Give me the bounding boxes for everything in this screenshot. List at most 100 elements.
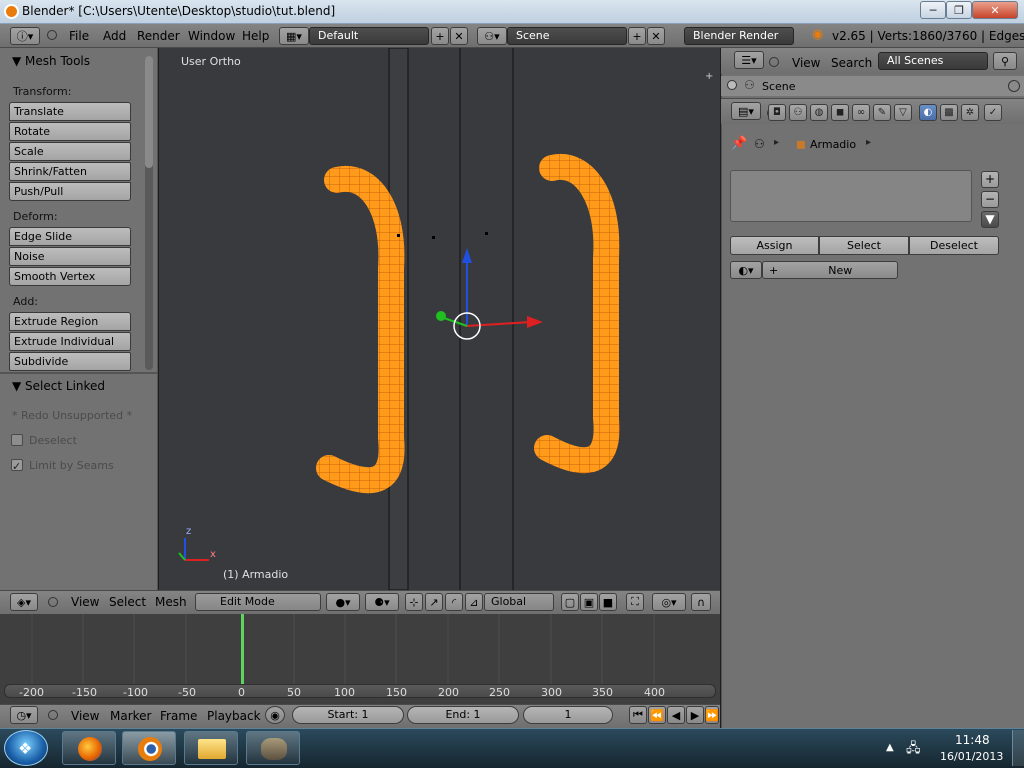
taskbar-clock-date[interactable]: 16/01/2013 bbox=[940, 750, 1003, 763]
edge-slide-button[interactable]: Edge Slide bbox=[9, 227, 131, 246]
translate-button[interactable]: Translate bbox=[9, 102, 131, 121]
show-desktop-button[interactable] bbox=[1012, 730, 1024, 766]
editor-type-outliner-button[interactable]: ☰▾ bbox=[734, 51, 764, 69]
taskbar-gimp[interactable] bbox=[246, 731, 300, 765]
translate-manipulator-toggle[interactable]: ↗ bbox=[425, 593, 443, 611]
close-button[interactable]: ✕ bbox=[972, 1, 1018, 19]
noise-button[interactable]: Noise bbox=[9, 247, 131, 266]
assign-button[interactable]: Assign bbox=[730, 236, 819, 255]
extrude-individual-button[interactable]: Extrude Individual bbox=[9, 332, 131, 351]
particles-tab[interactable]: ✲ bbox=[961, 104, 979, 121]
manipulator-toggle[interactable]: ⊹ bbox=[405, 593, 423, 611]
viewport-menu-select[interactable]: Select bbox=[109, 595, 146, 609]
mesh-tools-header[interactable]: ▼ Mesh Tools bbox=[12, 54, 90, 68]
slot-specials-button[interactable]: ▼ bbox=[981, 211, 999, 228]
face-select-mode-button[interactable]: ■ bbox=[599, 593, 617, 611]
right-handle-mesh[interactable] bbox=[534, 154, 620, 474]
play-button[interactable]: ▶ bbox=[686, 706, 704, 724]
snap-toggle[interactable]: ∩ bbox=[691, 593, 711, 611]
add-layout-button[interactable]: + bbox=[431, 27, 449, 45]
tool-shelf-scroll-thumb[interactable] bbox=[145, 56, 153, 168]
start-frame-field[interactable]: Start: 1 bbox=[292, 706, 404, 724]
show-hidden-icons-icon[interactable]: ▲ bbox=[886, 742, 894, 753]
outliner-search-button[interactable]: ⚲ bbox=[993, 52, 1017, 70]
outliner-menu-search[interactable]: Search bbox=[831, 56, 872, 70]
rotate-button[interactable]: Rotate bbox=[9, 122, 131, 141]
deselect-checkbox[interactable] bbox=[11, 434, 23, 446]
shading-select[interactable]: ●▾ bbox=[326, 593, 360, 611]
timeline-menu-playback[interactable]: Playback bbox=[207, 709, 261, 723]
remove-layout-button[interactable]: ✕ bbox=[450, 27, 468, 45]
limit-to-visible-toggle[interactable]: ⛶ bbox=[626, 593, 644, 611]
scale-manipulator-toggle[interactable]: ⊿ bbox=[465, 593, 483, 611]
collapse-menu-icon[interactable] bbox=[769, 57, 779, 67]
menu-render[interactable]: Render bbox=[137, 29, 180, 43]
jump-keyframe-forward-button[interactable]: ⏩ bbox=[705, 706, 719, 724]
left-handle-mesh[interactable] bbox=[316, 165, 405, 494]
scene-tab[interactable]: ⚇ bbox=[789, 104, 807, 121]
timeline-menu-marker[interactable]: Marker bbox=[110, 709, 151, 723]
minimize-button[interactable]: ─ bbox=[920, 1, 946, 19]
current-frame-field[interactable]: 1 bbox=[523, 706, 613, 724]
constraints-tab[interactable]: ∞ bbox=[852, 104, 870, 121]
collapse-menu-icon[interactable] bbox=[47, 30, 57, 40]
select-button[interactable]: Select bbox=[819, 236, 909, 255]
remove-slot-button[interactable]: − bbox=[981, 191, 999, 208]
pin-icon[interactable]: 📌 bbox=[731, 136, 747, 151]
toggle-properties-icon[interactable]: + bbox=[705, 71, 713, 82]
layout-field[interactable]: Default bbox=[309, 27, 429, 45]
menu-file[interactable]: File bbox=[69, 29, 89, 43]
extrude-region-button[interactable]: Extrude Region bbox=[9, 312, 131, 331]
taskbar-clock-time[interactable]: 11:48 bbox=[955, 733, 990, 747]
scene-selector-button[interactable]: ⚇▾ bbox=[477, 27, 507, 45]
menu-window[interactable]: Window bbox=[188, 29, 235, 43]
transform-manipulator[interactable] bbox=[436, 248, 543, 340]
scale-button[interactable]: Scale bbox=[9, 142, 131, 161]
outliner-restrict-icon[interactable] bbox=[1008, 80, 1020, 92]
screen-layout-button[interactable]: ▦▾ bbox=[279, 27, 309, 45]
taskbar-explorer[interactable] bbox=[184, 731, 238, 765]
viewport-menu-view[interactable]: View bbox=[71, 595, 99, 609]
outliner-filter-select[interactable]: All Scenes bbox=[878, 52, 988, 70]
texture-tab[interactable]: ▩ bbox=[940, 104, 958, 121]
play-reverse-button[interactable]: ◀ bbox=[667, 706, 685, 724]
material-tab[interactable]: ◐ bbox=[919, 104, 937, 121]
physics-tab[interactable]: ✓ bbox=[984, 104, 1002, 121]
render-engine-select[interactable]: Blender Render bbox=[684, 27, 794, 45]
subdivide-button[interactable]: Subdivide bbox=[9, 352, 131, 371]
start-button[interactable]: ❖ bbox=[4, 730, 48, 766]
edge-select-mode-button[interactable]: ▣ bbox=[580, 593, 598, 611]
material-slot-list[interactable] bbox=[730, 170, 972, 222]
editor-type-info-button[interactable]: ⓘ▾ bbox=[10, 27, 40, 45]
transform-orientation-select[interactable]: Global bbox=[484, 593, 554, 611]
maximize-button[interactable]: ❐ bbox=[946, 1, 972, 19]
viewport-menu-mesh[interactable]: Mesh bbox=[155, 595, 187, 609]
select-linked-header[interactable]: ▼ Select Linked bbox=[12, 379, 105, 393]
deselect-button[interactable]: Deselect bbox=[909, 236, 999, 255]
outliner-scene-label[interactable]: Scene bbox=[762, 80, 796, 93]
jump-start-button[interactable]: ⏮ bbox=[629, 706, 647, 724]
outliner-menu-view[interactable]: View bbox=[792, 56, 820, 70]
rotate-manipulator-toggle[interactable]: ◜ bbox=[445, 593, 463, 611]
proportional-edit-select[interactable]: ◎▾ bbox=[652, 593, 686, 611]
vertex-select-mode-button[interactable]: ▢ bbox=[561, 593, 579, 611]
editor-type-properties-button[interactable]: ▤▾ bbox=[731, 102, 761, 120]
data-tab[interactable]: ▽ bbox=[894, 104, 912, 121]
object-tab[interactable]: ◼ bbox=[831, 104, 849, 121]
world-tab[interactable]: ◍ bbox=[810, 104, 828, 121]
collapse-menu-icon[interactable] bbox=[48, 597, 58, 607]
limit-by-seams-checkbox[interactable]: ✓ bbox=[11, 459, 23, 472]
menu-help[interactable]: Help bbox=[242, 29, 269, 43]
editor-type-3d-button[interactable]: ◈▾ bbox=[10, 593, 38, 611]
render-tab[interactable]: ◘ bbox=[768, 104, 786, 121]
remove-scene-button[interactable]: ✕ bbox=[647, 27, 665, 45]
taskbar-blender[interactable] bbox=[122, 731, 176, 765]
scene-field[interactable]: Scene bbox=[507, 27, 627, 45]
editor-type-timeline-button[interactable]: ◷▾ bbox=[10, 706, 38, 724]
current-frame-playhead[interactable] bbox=[241, 614, 244, 684]
collapse-toggle-icon[interactable] bbox=[727, 80, 737, 90]
modifiers-tab[interactable]: ✎ bbox=[873, 104, 891, 121]
smooth-vertex-button[interactable]: Smooth Vertex bbox=[9, 267, 131, 286]
timeline-menu-view[interactable]: View bbox=[71, 709, 99, 723]
collapse-menu-icon[interactable] bbox=[48, 710, 58, 720]
